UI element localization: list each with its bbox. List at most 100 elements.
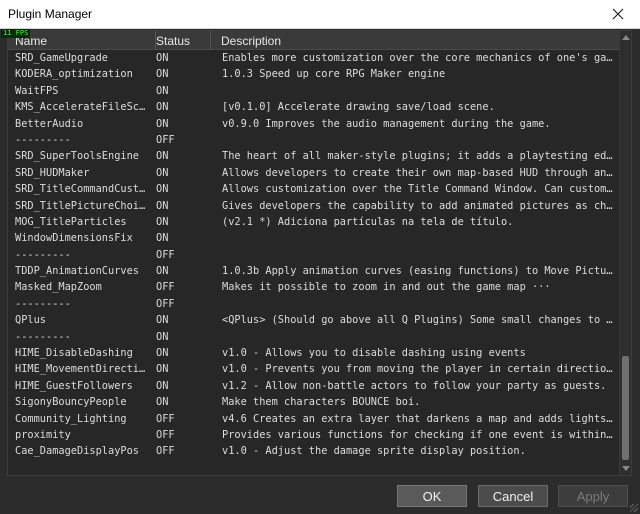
plugin-name: SRD_HUDMaker <box>15 166 90 179</box>
scroll-down-icon[interactable] <box>622 466 630 471</box>
plugin-row[interactable]: SRD_TitlePictureChoices ON Gives developer… <box>8 198 620 214</box>
plugin-row[interactable]: SRD_SuperToolsEngine ON The heart of all m… <box>8 148 620 164</box>
plugin-status: ON <box>156 166 169 179</box>
plugin-status: ON <box>156 396 169 409</box>
plugin-name: proximity <box>15 428 71 441</box>
plugin-status: ON <box>156 68 169 81</box>
plugin-row[interactable]: --------- OFF <box>8 132 620 148</box>
plugin-status: OFF <box>156 412 175 425</box>
plugin-row[interactable]: SigonyBouncyPeople ON Make them characters… <box>8 394 620 410</box>
plugin-status: OFF <box>156 445 175 458</box>
plugin-status: ON <box>156 101 169 114</box>
plugin-row[interactable]: KMS_AccelerateFileScene ON [v0.1.0] Accele… <box>8 99 620 115</box>
plugin-status: ON <box>156 314 169 327</box>
plugin-row[interactable]: SRD_TitleCommandCusto··· ON Allows customi… <box>8 181 620 197</box>
plugin-row[interactable]: Cae_DamageDisplayPos OFF v1.0 - Adjust the… <box>8 443 620 459</box>
plugin-status: ON <box>156 84 169 97</box>
plugin-row[interactable]: KODERA_optimization ON 1.0.3 Speed up core… <box>8 66 620 82</box>
plugin-description: Allows customization over the Title Comm… <box>222 183 614 196</box>
scrollbar-thumb[interactable] <box>622 356 629 460</box>
vertical-scrollbar[interactable] <box>619 31 631 475</box>
plugin-name: --------- <box>15 133 71 146</box>
fps-counter: 11 FPS <box>1 29 31 38</box>
plugin-description: v1.0 - Prevents you from moving the play… <box>222 363 614 376</box>
plugin-name: WaitFPS <box>15 84 59 97</box>
plugin-row[interactable]: TDDP_AnimationCurves ON 1.0.3b Apply anima… <box>8 263 620 279</box>
plugin-name: HIME_DisableDashing <box>15 347 133 360</box>
plugin-name: HIME_MovementDirectio··· <box>15 363 150 376</box>
plugin-row[interactable]: --------- ON <box>8 329 620 345</box>
plugin-status: ON <box>156 199 169 212</box>
plugin-name: HIME_GuestFollowers <box>15 379 133 392</box>
plugin-name: --------- <box>15 297 71 310</box>
plugin-description: Make them characters BOUNCE boi. <box>222 396 421 409</box>
plugin-row[interactable]: HIME_DisableDashing ON v1.0 - Allows you t… <box>8 345 620 361</box>
column-header-description[interactable]: Description <box>211 31 630 49</box>
plugin-name: --------- <box>15 248 71 261</box>
plugin-name: --------- <box>15 330 71 343</box>
plugin-description: Provides various functions for checking … <box>222 428 614 441</box>
close-button[interactable] <box>596 0 640 28</box>
plugin-name: KMS_AccelerateFileScene <box>15 101 150 114</box>
plugin-status: OFF <box>156 281 175 294</box>
plugin-row[interactable]: QPlus ON <QPlus> (Should go above all Q Pl… <box>8 312 620 328</box>
plugin-status: ON <box>156 117 169 130</box>
resize-grip-icon[interactable] <box>630 504 638 512</box>
plugin-name: SigonyBouncyPeople <box>15 396 127 409</box>
plugin-status: ON <box>156 265 169 278</box>
plugin-status: ON <box>156 347 169 360</box>
plugin-row[interactable]: MOG_TitleParticles ON (v2.1 *) Adiciona pa… <box>8 214 620 230</box>
cancel-button[interactable]: Cancel <box>478 485 548 507</box>
plugin-status: ON <box>156 363 169 376</box>
ok-button[interactable]: OK <box>397 485 467 507</box>
column-header-status[interactable]: Status <box>156 31 211 49</box>
plugin-description: 1.0.3 Speed up core RPG Maker engine <box>222 68 446 81</box>
plugin-row[interactable]: --------- OFF <box>8 296 620 312</box>
plugin-name: Cae_DamageDisplayPos <box>15 445 139 458</box>
plugin-status: OFF <box>156 248 175 261</box>
plugin-description: v1.0 - Adjust the damage sprite display … <box>222 445 526 458</box>
plugin-status: ON <box>156 330 169 343</box>
plugin-status: ON <box>156 150 169 163</box>
plugin-name: Masked_MapZoom <box>15 281 102 294</box>
apply-button[interactable]: Apply <box>558 485 628 507</box>
plugin-description: v0.9.0 Improves the audio management dur… <box>222 117 551 130</box>
plugin-name: SRD_GameUpgrade <box>15 52 108 64</box>
plugin-name: BetterAudio <box>15 117 84 130</box>
plugin-rows: SRD_GameUpgrade ON Enables more customizat… <box>8 50 620 460</box>
plugin-row[interactable]: Masked_MapZoom OFF Makes it possible to zo… <box>8 279 620 295</box>
title-bar: Plugin Manager <box>0 0 640 29</box>
plugin-row[interactable]: Community_Lighting OFF v4.6 Creates an ext… <box>8 411 620 427</box>
plugin-row[interactable]: SRD_HUDMaker ON Allows developers to creat… <box>8 165 620 181</box>
plugin-status: ON <box>156 232 169 245</box>
plugin-row[interactable]: --------- OFF <box>8 247 620 263</box>
plugin-name: SRD_TitleCommandCusto··· <box>15 183 150 196</box>
plugin-row[interactable]: WindowDimensionsFix ON <box>8 230 620 246</box>
plugin-row[interactable]: BetterAudio ON v0.9.0 Improves the audio m… <box>8 116 620 132</box>
plugin-status: ON <box>156 215 169 228</box>
plugin-name: Community_Lighting <box>15 412 127 425</box>
plugin-status: OFF <box>156 133 175 146</box>
plugin-description: The heart of all maker-style plugins; it… <box>222 150 614 163</box>
list-header: Name Status Description <box>8 31 620 50</box>
plugin-row[interactable]: HIME_MovementDirectio··· ON v1.0 - Prevent… <box>8 361 620 377</box>
plugin-row[interactable]: SRD_GameUpgrade ON Enables more customizat… <box>8 50 620 66</box>
plugin-description: v1.0 - Allows you to disable dashing usi… <box>222 347 526 360</box>
plugin-row[interactable]: proximity OFF Provides various functions f… <box>8 427 620 443</box>
scroll-up-icon[interactable] <box>622 35 630 40</box>
plugin-status: OFF <box>156 428 175 441</box>
plugin-name: QPlus <box>15 314 46 327</box>
plugin-status: ON <box>156 52 169 64</box>
plugin-row[interactable]: WaitFPS ON <box>8 83 620 99</box>
plugin-status: OFF <box>156 297 175 310</box>
plugin-row[interactable]: HIME_GuestFollowers ON v1.2 - Allow non-ba… <box>8 378 620 394</box>
plugin-status: ON <box>156 379 169 392</box>
plugin-name: SRD_TitlePictureChoices <box>15 199 150 212</box>
plugin-name: KODERA_optimization <box>15 68 133 81</box>
plugin-status: ON <box>156 183 169 196</box>
plugin-description: v4.6 Creates an extra layer that darkens… <box>222 412 614 425</box>
plugin-list[interactable]: Name Status Description SRD_GameUpgrade O… <box>7 30 632 476</box>
plugin-description: [v0.1.0] Accelerate drawing save/load sc… <box>222 101 495 114</box>
close-icon <box>612 8 624 20</box>
plugin-description: <QPlus> (Should go above all Q Plugins) … <box>222 314 614 327</box>
